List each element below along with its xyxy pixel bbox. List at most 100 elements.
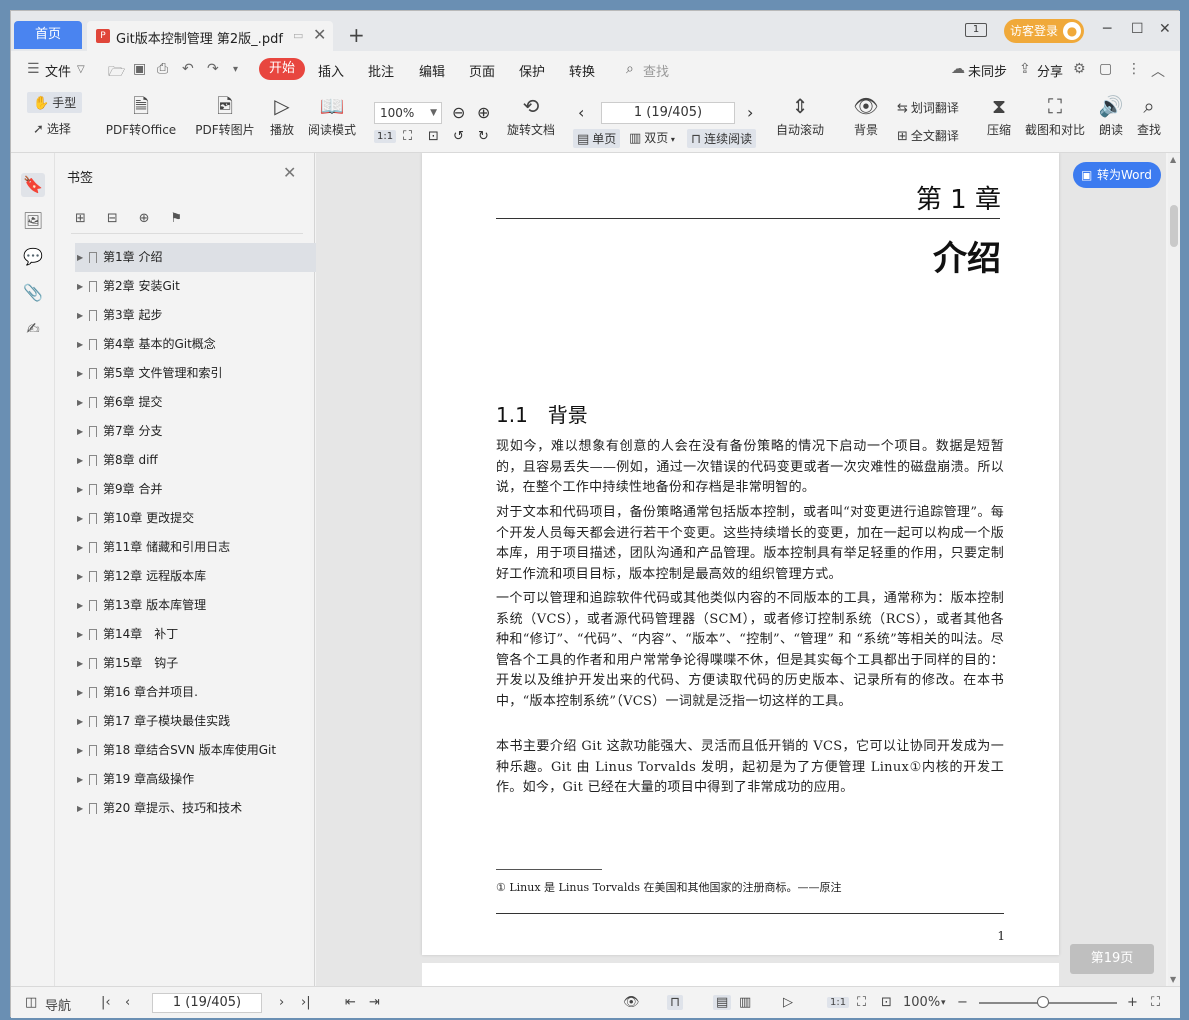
pdf-to-office-button[interactable]: 🗎 PDF转Office	[103, 93, 179, 138]
expand-arrow-icon[interactable]: ▶	[77, 388, 83, 417]
fit-width-icon[interactable]: ⊡	[428, 129, 439, 144]
share-button[interactable]: 分享	[1037, 61, 1063, 80]
expand-arrow-icon[interactable]: ▶	[77, 359, 83, 388]
expand-arrow-icon[interactable]: ▶	[77, 243, 83, 272]
bookmark-flag-icon[interactable]: ⚑	[170, 211, 194, 226]
bookmark-item[interactable]: ▶ 第9章 合并	[65, 475, 309, 504]
play-button[interactable]: ▷ 播放	[267, 93, 297, 138]
collapse-ribbon-icon[interactable]: ︿	[1151, 61, 1165, 81]
expand-arrow-icon[interactable]: ▶	[77, 446, 83, 475]
fit-page-icon[interactable]: ⛶	[857, 995, 866, 1010]
zoom-out-icon[interactable]: ⊖	[452, 103, 465, 122]
thumbnail-icon[interactable]: 🖼	[21, 209, 45, 233]
vertical-scrollbar[interactable]: ▲ ▼	[1168, 153, 1180, 986]
nav-panel-icon[interactable]: ◫	[25, 995, 37, 1010]
rotate-left-icon[interactable]: ↺	[453, 129, 464, 144]
continuous-mode-icon[interactable]: ⊓	[667, 995, 684, 1010]
zoom-slider[interactable]	[979, 996, 1117, 1008]
hand-tool-button[interactable]: ✋ 手型	[27, 92, 83, 113]
expand-all-icon[interactable]: ⊞	[75, 211, 99, 226]
forward-icon[interactable]: ⇥	[369, 995, 380, 1010]
play-icon[interactable]: ▷	[783, 995, 793, 1010]
save-icon[interactable]: ▣	[133, 61, 146, 77]
bookmark-item[interactable]: ▶ 第7章 分支	[65, 417, 309, 446]
bookmark-icon[interactable]: 🔖	[21, 173, 45, 197]
bookmark-item[interactable]: ▶ 第20 章提示、技巧和技术	[65, 794, 309, 823]
bookmark-item[interactable]: ▶ 第15章 钩子	[65, 649, 309, 678]
rotate-right-icon[interactable]: ↻	[478, 129, 489, 144]
bookmark-item[interactable]: ▶ 第5章 文件管理和索引	[65, 359, 309, 388]
maximize-icon[interactable]: ☐	[1131, 21, 1144, 37]
expand-arrow-icon[interactable]: ▶	[77, 330, 83, 359]
expand-arrow-icon[interactable]: ▶	[77, 533, 83, 562]
quick-access-more-icon[interactable]: ▾	[233, 64, 238, 75]
bookmark-item[interactable]: ▶ 第17 章子模块最佳实践	[65, 707, 309, 736]
bookmark-item[interactable]: ▶ 第19 章高级操作	[65, 765, 309, 794]
minimize-icon[interactable]: ─	[1103, 21, 1111, 37]
print-icon[interactable]: ⎙	[157, 61, 168, 77]
expand-arrow-icon[interactable]: ▶	[77, 620, 83, 649]
screenshot-compare-button[interactable]: ⛶ 截图和对比	[1023, 93, 1087, 138]
pdf-to-image-button[interactable]: 🖻 PDF转图片	[195, 93, 255, 138]
expand-arrow-icon[interactable]: ▶	[77, 678, 83, 707]
back-icon[interactable]: ⇤	[345, 995, 356, 1010]
full-translate-button[interactable]: ⊞ 全文翻译	[897, 127, 959, 144]
bookmark-item[interactable]: ▶ 第10章 更改提交	[65, 504, 309, 533]
bookmark-item[interactable]: ▶ 第1章 介绍	[75, 243, 319, 272]
last-page-icon[interactable]: ›|	[301, 995, 311, 1010]
chevron-down-icon[interactable]: ▾	[941, 998, 946, 1008]
next-page-icon[interactable]: ›	[747, 103, 753, 122]
hamburger-icon[interactable]: ☰	[27, 61, 40, 77]
actual-size-icon[interactable]: 1:1	[827, 997, 850, 1008]
double-page-button[interactable]: ▥ 双页 ▾	[629, 129, 675, 146]
fullscreen-icon[interactable]: ⛶	[1151, 995, 1160, 1010]
new-tab-button[interactable]: +	[348, 23, 365, 47]
attachment-icon[interactable]: 📎	[21, 281, 45, 305]
expand-arrow-icon[interactable]: ▶	[77, 794, 83, 823]
convert-to-word-button[interactable]: ▣ 转为Word	[1073, 162, 1161, 188]
sync-status[interactable]: 未同步	[968, 61, 1007, 80]
bookmark-item[interactable]: ▶ 第3章 起步	[65, 301, 309, 330]
chevron-down-icon[interactable]: ▽	[77, 64, 85, 75]
bookmark-item[interactable]: ▶ 第8章 diff	[65, 446, 309, 475]
menu-file[interactable]: 文件	[45, 61, 71, 80]
bookmark-item[interactable]: ▶ 第18 章结合SVN 版本库使用Git	[65, 736, 309, 765]
scroll-down-icon[interactable]: ▼	[1170, 975, 1176, 984]
read-mode-button[interactable]: 📖 阅读模式	[307, 93, 357, 138]
menu-protect[interactable]: 保护	[519, 61, 545, 80]
close-tab-icon[interactable]: ✕	[313, 25, 326, 44]
window-count-badge[interactable]: 1	[965, 23, 987, 37]
expand-arrow-icon[interactable]: ▶	[77, 736, 83, 765]
scrollbar-thumb[interactable]	[1170, 205, 1178, 247]
zoom-select[interactable]: 100% ▼	[374, 102, 442, 124]
expand-arrow-icon[interactable]: ▶	[77, 562, 83, 591]
single-page-button[interactable]: ▤ 单页	[573, 129, 621, 148]
status-zoom-value[interactable]: 100%	[903, 995, 940, 1010]
actual-size-icon[interactable]: 1:1	[374, 130, 397, 143]
page-number-input[interactable]: 1 (19/405)	[601, 102, 735, 124]
document-viewport[interactable]: 第 1 章 介绍 1.1 背景 现如今，难以想象有创意的人会在没有备份策略的情况…	[316, 153, 1166, 986]
menu-start[interactable]: 开始	[259, 58, 305, 80]
expand-arrow-icon[interactable]: ▶	[77, 765, 83, 794]
expand-arrow-icon[interactable]: ▶	[77, 707, 83, 736]
bookmark-item[interactable]: ▶ 第11章 储藏和引用日志	[65, 533, 309, 562]
expand-arrow-icon[interactable]: ▶	[77, 475, 83, 504]
bookmark-item[interactable]: ▶ 第2章 安装Git	[65, 272, 309, 301]
close-panel-icon[interactable]: ✕	[283, 163, 296, 182]
menu-convert[interactable]: 转换	[569, 61, 595, 80]
settings-icon[interactable]: ⚙	[1073, 61, 1086, 77]
continuous-read-button[interactable]: ⊓ 连续阅读	[687, 129, 757, 148]
open-folder-icon[interactable]: 🗁	[108, 61, 125, 85]
nav-toggle[interactable]: 导航	[45, 995, 71, 1014]
bookmark-item[interactable]: ▶ 第14章 补丁	[65, 620, 309, 649]
single-page-mode-icon[interactable]: ▤	[713, 995, 732, 1010]
first-page-icon[interactable]: |‹	[101, 995, 111, 1010]
pin-icon[interactable]: ▭	[293, 29, 303, 42]
close-window-icon[interactable]: ✕	[1159, 21, 1171, 37]
expand-arrow-icon[interactable]: ▶	[77, 504, 83, 533]
bookmark-item[interactable]: ▶ 第13章 版本库管理	[65, 591, 309, 620]
scroll-up-icon[interactable]: ▲	[1170, 155, 1176, 164]
collapse-all-icon[interactable]: ⊟	[107, 211, 131, 226]
bookmark-item[interactable]: ▶ 第16 章合并项目.	[65, 678, 309, 707]
zoom-in-icon[interactable]: ⊕	[477, 103, 490, 122]
